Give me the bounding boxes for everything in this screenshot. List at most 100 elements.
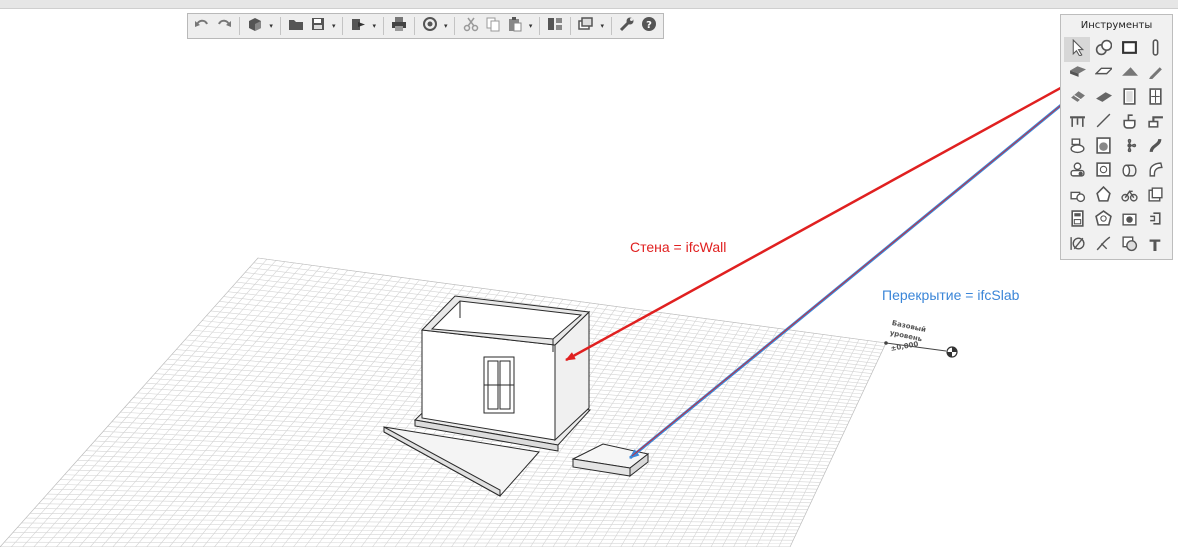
- duct-tool-icon: [1121, 161, 1138, 182]
- export-button[interactable]: [348, 16, 368, 36]
- washer-tool-icon: [1095, 137, 1112, 158]
- window-tool-button[interactable]: [1142, 86, 1168, 111]
- curve-tool-icon: [1095, 235, 1112, 256]
- tools-panel-title: Инструменты: [1080, 20, 1153, 31]
- dropdown-arrow-icon[interactable]: ▾: [599, 16, 606, 36]
- dropdown-arrow-icon[interactable]: ▾: [330, 16, 337, 36]
- save-button[interactable]: [308, 16, 328, 36]
- faucet-tool-icon: [1147, 112, 1164, 133]
- group-select-button[interactable]: [1090, 37, 1116, 62]
- cut-button[interactable]: [460, 16, 480, 36]
- camera-tool-button[interactable]: [1116, 209, 1142, 234]
- fan-tool-button[interactable]: [1116, 135, 1142, 160]
- 3d-viewport[interactable]: [0, 0, 1178, 547]
- duct-tool-button[interactable]: [1116, 160, 1142, 185]
- toilet-tool-icon: [1069, 137, 1086, 158]
- svg-text:?: ?: [646, 20, 652, 31]
- text-tool-button[interactable]: T: [1142, 233, 1168, 258]
- box-tool-icon: [1147, 186, 1164, 207]
- copy-button[interactable]: [483, 16, 503, 36]
- redo-icon: [216, 16, 232, 36]
- light-tool-button[interactable]: [1090, 184, 1116, 209]
- display-mode-button[interactable]: [576, 16, 596, 36]
- slab-tool-button[interactable]: [1064, 62, 1090, 87]
- select-arrow-icon: [1069, 38, 1086, 60]
- toolbar-separator: [570, 17, 572, 35]
- pipe-tool-button[interactable]: [1142, 135, 1168, 160]
- paste-button[interactable]: [505, 16, 525, 36]
- box-tool-button[interactable]: [1142, 184, 1168, 209]
- light-tool-icon: [1095, 185, 1112, 207]
- bike-tool-icon: [1120, 186, 1138, 207]
- line-tool-button[interactable]: [1090, 111, 1116, 136]
- door-tool-button[interactable]: [1116, 86, 1142, 111]
- copy-icon: [485, 16, 501, 36]
- cabinet-tool-icon: [1069, 210, 1086, 231]
- cut-icon: [463, 16, 479, 36]
- fixture-tool-button[interactable]: [1064, 160, 1090, 185]
- slab-annotation: Перекрытие = ifcSlab: [882, 287, 1020, 303]
- text-tool-icon: T: [1149, 235, 1161, 255]
- redo-button[interactable]: [214, 16, 234, 36]
- toolbar-separator: [610, 17, 612, 35]
- undo-icon: [194, 16, 210, 36]
- fan-tool-icon: [1121, 137, 1138, 158]
- curve-tool-button[interactable]: [1090, 233, 1116, 258]
- dimension-tool-button[interactable]: [1064, 233, 1090, 258]
- column-tool-icon: [1147, 39, 1164, 60]
- print-button[interactable]: [389, 16, 409, 36]
- toolbar-separator: [342, 17, 344, 35]
- pencil-tool-button[interactable]: [1142, 62, 1168, 87]
- equipment-tool-button[interactable]: [1064, 184, 1090, 209]
- 3d-view-button[interactable]: [245, 16, 265, 36]
- washbasin-tool-button[interactable]: [1116, 111, 1142, 136]
- dropdown-arrow-icon[interactable]: ▾: [527, 16, 534, 36]
- washer-tool-button[interactable]: [1090, 135, 1116, 160]
- view-rotate-icon: [422, 16, 438, 36]
- wall-tool-icon: [1121, 39, 1138, 60]
- open-folder-icon: [288, 16, 304, 36]
- dimension-tool-icon: [1069, 235, 1086, 256]
- toilet-tool-button[interactable]: [1064, 135, 1090, 160]
- beam-tool-button[interactable]: [1090, 62, 1116, 87]
- toolbar-separator: [454, 17, 456, 35]
- ramp-tool-icon: [1095, 88, 1112, 109]
- toolbar-separator: [279, 17, 281, 35]
- fixture-tool-icon: [1069, 161, 1086, 182]
- beam-tool-icon: [1093, 63, 1114, 84]
- dropdown-arrow-icon[interactable]: ▾: [442, 16, 449, 36]
- view-rotate-button[interactable]: [420, 16, 440, 36]
- dropdown-arrow-icon[interactable]: ▾: [371, 16, 378, 36]
- dropdown-arrow-icon[interactable]: ▾: [267, 16, 274, 36]
- elbow-tool-button[interactable]: [1142, 160, 1168, 185]
- window-tool-icon: [1147, 88, 1164, 109]
- wrench-button[interactable]: [617, 16, 637, 36]
- shape-tool-button[interactable]: [1090, 209, 1116, 234]
- help-button[interactable]: ?: [639, 16, 659, 36]
- roof-tool-icon: [1121, 63, 1138, 84]
- paste-icon: [507, 16, 523, 36]
- faucet-tool-button[interactable]: [1142, 111, 1168, 136]
- elbow-tool-icon: [1147, 161, 1164, 182]
- help-icon: ?: [641, 16, 657, 36]
- roof-tool-button[interactable]: [1116, 62, 1142, 87]
- open-folder-button[interactable]: [286, 16, 306, 36]
- stair-tool-button[interactable]: [1064, 86, 1090, 111]
- panel-tool-button[interactable]: [1090, 160, 1116, 185]
- select-arrow-button[interactable]: [1064, 37, 1090, 62]
- wrench-icon: [619, 16, 635, 36]
- undo-button[interactable]: [192, 16, 212, 36]
- cabinet-tool-button[interactable]: [1064, 209, 1090, 234]
- column-tool-button[interactable]: [1142, 37, 1168, 62]
- pencil-tool-icon: [1147, 63, 1164, 84]
- table-tool-button[interactable]: [1064, 111, 1090, 136]
- toolbar-separator: [414, 17, 415, 35]
- ramp-tool-button[interactable]: [1090, 86, 1116, 111]
- bike-tool-button[interactable]: [1116, 184, 1142, 209]
- layers-panel-button[interactable]: [545, 16, 565, 36]
- hatch-tool-button[interactable]: [1116, 233, 1142, 258]
- wall-tool-button[interactable]: [1116, 37, 1142, 62]
- bracket-tool-button[interactable]: [1142, 209, 1168, 234]
- layers-panel-icon: [547, 16, 563, 36]
- export-icon: [350, 16, 366, 36]
